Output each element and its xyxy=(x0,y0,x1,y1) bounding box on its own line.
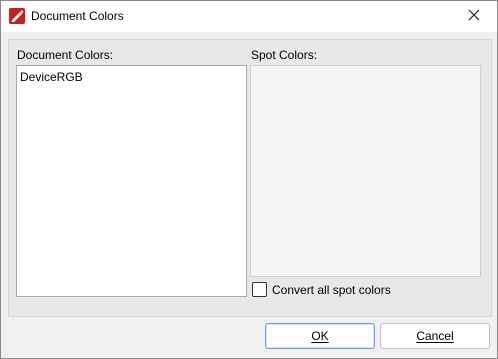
convert-spot-colors-label[interactable]: Convert all spot colors xyxy=(272,283,391,297)
spot-colors-list[interactable] xyxy=(250,65,481,277)
cancel-button[interactable]: Cancel xyxy=(380,323,490,349)
window-title: Document Colors xyxy=(31,9,124,23)
convert-spot-colors-checkbox[interactable] xyxy=(252,282,267,297)
list-item[interactable]: DeviceRGB xyxy=(20,70,83,84)
close-button[interactable] xyxy=(451,1,497,32)
cancel-button-label: Cancel xyxy=(416,329,454,343)
document-colors-list[interactable]: DeviceRGB xyxy=(16,65,247,297)
document-colors-dialog: Document Colors Document Colors: DeviceR… xyxy=(0,0,498,359)
pdf-editor-app-icon xyxy=(9,8,25,24)
close-icon xyxy=(468,9,480,24)
spot-colors-label: Spot Colors: xyxy=(251,48,318,62)
ok-button-label: OK xyxy=(311,329,329,343)
ok-button[interactable]: OK xyxy=(265,323,375,349)
colors-panel: Document Colors: DeviceRGB Spot Colors: … xyxy=(8,39,492,317)
title-bar: Document Colors xyxy=(1,1,497,32)
document-colors-label: Document Colors: xyxy=(17,48,114,62)
